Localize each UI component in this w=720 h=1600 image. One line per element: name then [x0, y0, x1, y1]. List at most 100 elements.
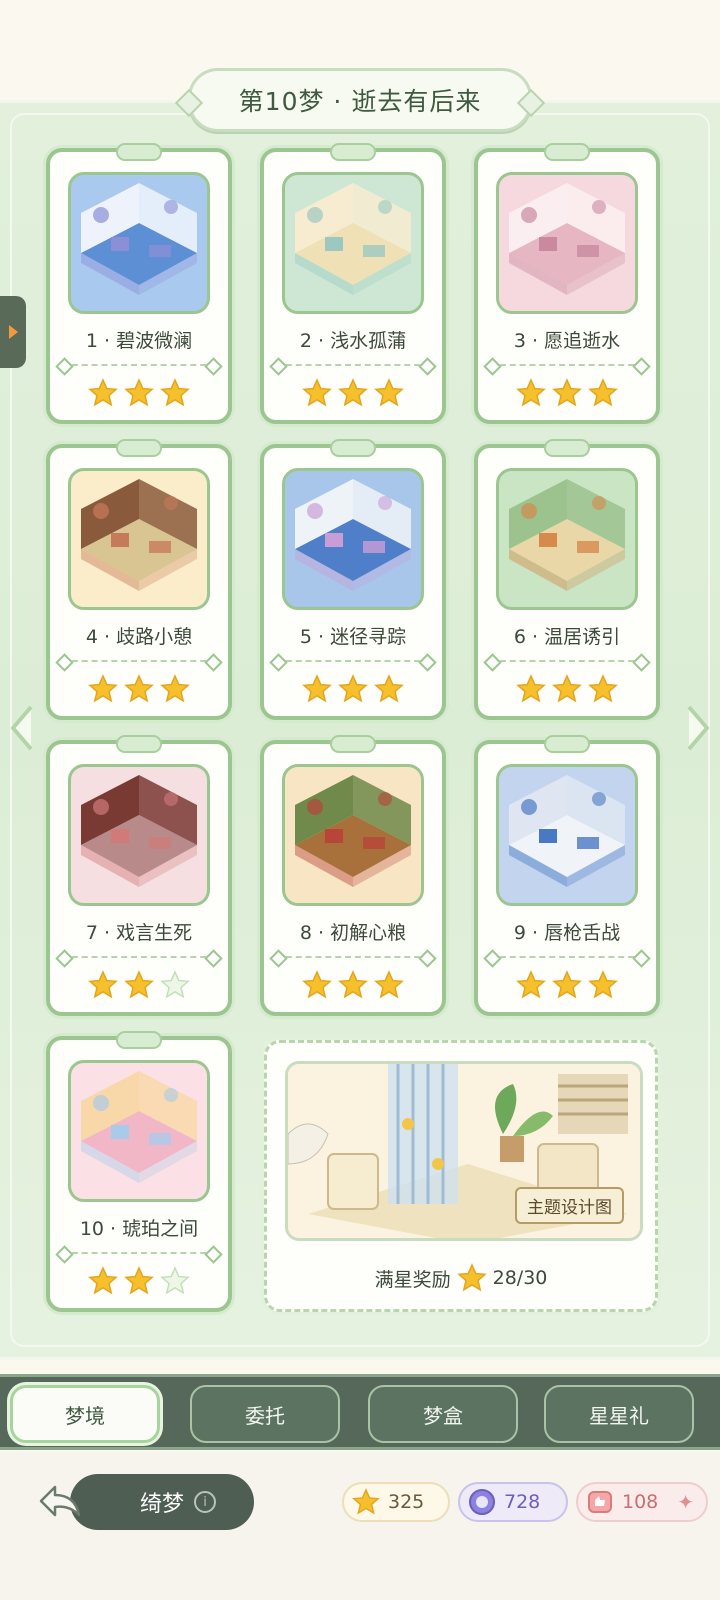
tab-commission[interactable]: 委托	[190, 1385, 340, 1443]
room-illustration	[295, 183, 411, 295]
star-filled-icon	[552, 970, 582, 999]
star-empty-icon	[160, 970, 190, 999]
card-divider	[276, 660, 430, 662]
room-illustration	[81, 479, 197, 591]
room-illustration	[295, 479, 411, 591]
star-filled-icon	[552, 378, 582, 407]
star-filled-icon	[302, 970, 332, 999]
card-leaf-ornament	[116, 735, 162, 753]
level-label: 7 · 戏言生死	[85, 922, 193, 944]
gem-currency[interactable]: 728	[458, 1482, 568, 1522]
gem-icon	[469, 1489, 495, 1515]
room-illustration	[509, 775, 625, 887]
level-card-1[interactable]: 1 · 碧波微澜	[46, 143, 232, 424]
dream-label: 绮梦	[140, 1492, 185, 1517]
star-filled-icon	[516, 674, 546, 703]
tab-dream-box-label: 梦盒	[423, 1403, 463, 1428]
tab-dream[interactable]: 梦境	[10, 1385, 160, 1443]
level-label: 5 · 迷径寻踪	[299, 626, 407, 648]
side-drawer-handle[interactable]	[0, 296, 26, 368]
tab-star-gift-label: 星星礼	[589, 1403, 649, 1428]
star-filled-icon	[124, 970, 154, 999]
card-divider	[62, 1252, 216, 1254]
tab-dream-label: 梦境	[65, 1403, 105, 1428]
star-filled-icon	[552, 674, 582, 703]
dream-title-pill: 绮梦 i	[70, 1474, 254, 1530]
room-illustration	[509, 479, 625, 591]
level-card-7[interactable]: 7 · 戏言生死	[46, 735, 232, 1016]
card-leaf-ornament	[544, 143, 590, 161]
level-card-6[interactable]: 6 · 温居诱引	[474, 439, 660, 720]
card-divider	[62, 364, 216, 366]
level-label: 9 · 唇枪舌战	[513, 922, 621, 944]
star-filled-icon	[338, 378, 368, 407]
level-card-10[interactable]: 10 · 琥珀之间	[46, 1031, 232, 1312]
room-illustration	[509, 183, 625, 295]
level-thumbnail	[496, 468, 638, 610]
card-leaf-ornament	[330, 735, 376, 753]
reward-preview-image: 主题设计图	[285, 1061, 643, 1241]
room-illustration	[295, 775, 411, 887]
card-leaf-ornament	[116, 1031, 162, 1049]
level-thumbnail	[282, 468, 424, 610]
star-filled-icon	[88, 970, 118, 999]
star-rating	[264, 970, 442, 1000]
card-leaf-ornament	[544, 439, 590, 457]
level-thumbnail	[282, 172, 424, 314]
level-thumbnail	[68, 764, 210, 906]
level-label: 6 · 温居诱引	[513, 626, 621, 648]
like-currency[interactable]: 108 ✦	[576, 1482, 708, 1522]
card-leaf-ornament	[116, 439, 162, 457]
card-leaf-ornament	[116, 143, 162, 161]
star-filled-icon	[374, 970, 404, 999]
star-icon	[456, 1263, 487, 1292]
level-thumbnail	[496, 172, 638, 314]
card-divider	[276, 364, 430, 366]
room-illustration	[81, 1071, 197, 1183]
star-currency[interactable]: 325	[342, 1482, 450, 1522]
card-divider	[62, 660, 216, 662]
prev-chapter-button[interactable]	[4, 700, 40, 756]
card-divider	[62, 956, 216, 958]
level-card-9[interactable]: 9 · 唇枪舌战	[474, 735, 660, 1016]
star-filled-icon	[124, 378, 154, 407]
card-divider	[490, 660, 644, 662]
level-thumbnail	[68, 172, 210, 314]
level-thumbnail	[68, 468, 210, 610]
next-chapter-button[interactable]	[680, 700, 716, 756]
level-thumbnail	[282, 764, 424, 906]
level-card-3[interactable]: 3 · 愿追逝水	[474, 143, 660, 424]
design-tag: 主题设计图	[515, 1187, 624, 1224]
level-card-5[interactable]: 5 · 迷径寻踪	[260, 439, 446, 720]
full-star-reward-card[interactable]: 主题设计图 满星奖励 28/30	[264, 1040, 658, 1312]
level-label: 10 · 琥珀之间	[79, 1218, 199, 1240]
card-leaf-ornament	[330, 143, 376, 161]
tab-commission-label: 委托	[245, 1403, 285, 1428]
star-count: 325	[388, 1491, 425, 1513]
tab-dream-box[interactable]: 梦盒	[368, 1385, 518, 1443]
card-divider	[276, 956, 430, 958]
level-label: 2 · 浅水孤蒲	[299, 330, 407, 352]
add-icon[interactable]: ✦	[677, 1490, 694, 1514]
star-rating	[50, 674, 228, 704]
reward-progress: 满星奖励 28/30	[267, 1263, 655, 1293]
star-filled-icon	[88, 674, 118, 703]
back-arrow-icon	[39, 1485, 81, 1517]
thumbs-up-icon	[588, 1491, 612, 1513]
level-thumbnail	[496, 764, 638, 906]
star-rating	[478, 970, 656, 1000]
back-button[interactable]	[30, 1478, 90, 1524]
star-filled-icon	[588, 674, 618, 703]
tab-star-gift[interactable]: 星星礼	[544, 1385, 694, 1443]
level-card-4[interactable]: 4 · 歧路小憩	[46, 439, 232, 720]
info-icon[interactable]: i	[194, 1491, 217, 1513]
star-filled-icon	[160, 674, 190, 703]
level-label: 3 · 愿追逝水	[513, 330, 621, 352]
level-label: 8 · 初解心粮	[299, 922, 407, 944]
card-leaf-ornament	[544, 735, 590, 753]
like-count: 108	[622, 1491, 659, 1513]
level-card-2[interactable]: 2 · 浅水孤蒲	[260, 143, 446, 424]
card-leaf-ornament	[330, 439, 376, 457]
level-card-8[interactable]: 8 · 初解心粮	[260, 735, 446, 1016]
card-divider	[490, 364, 644, 366]
